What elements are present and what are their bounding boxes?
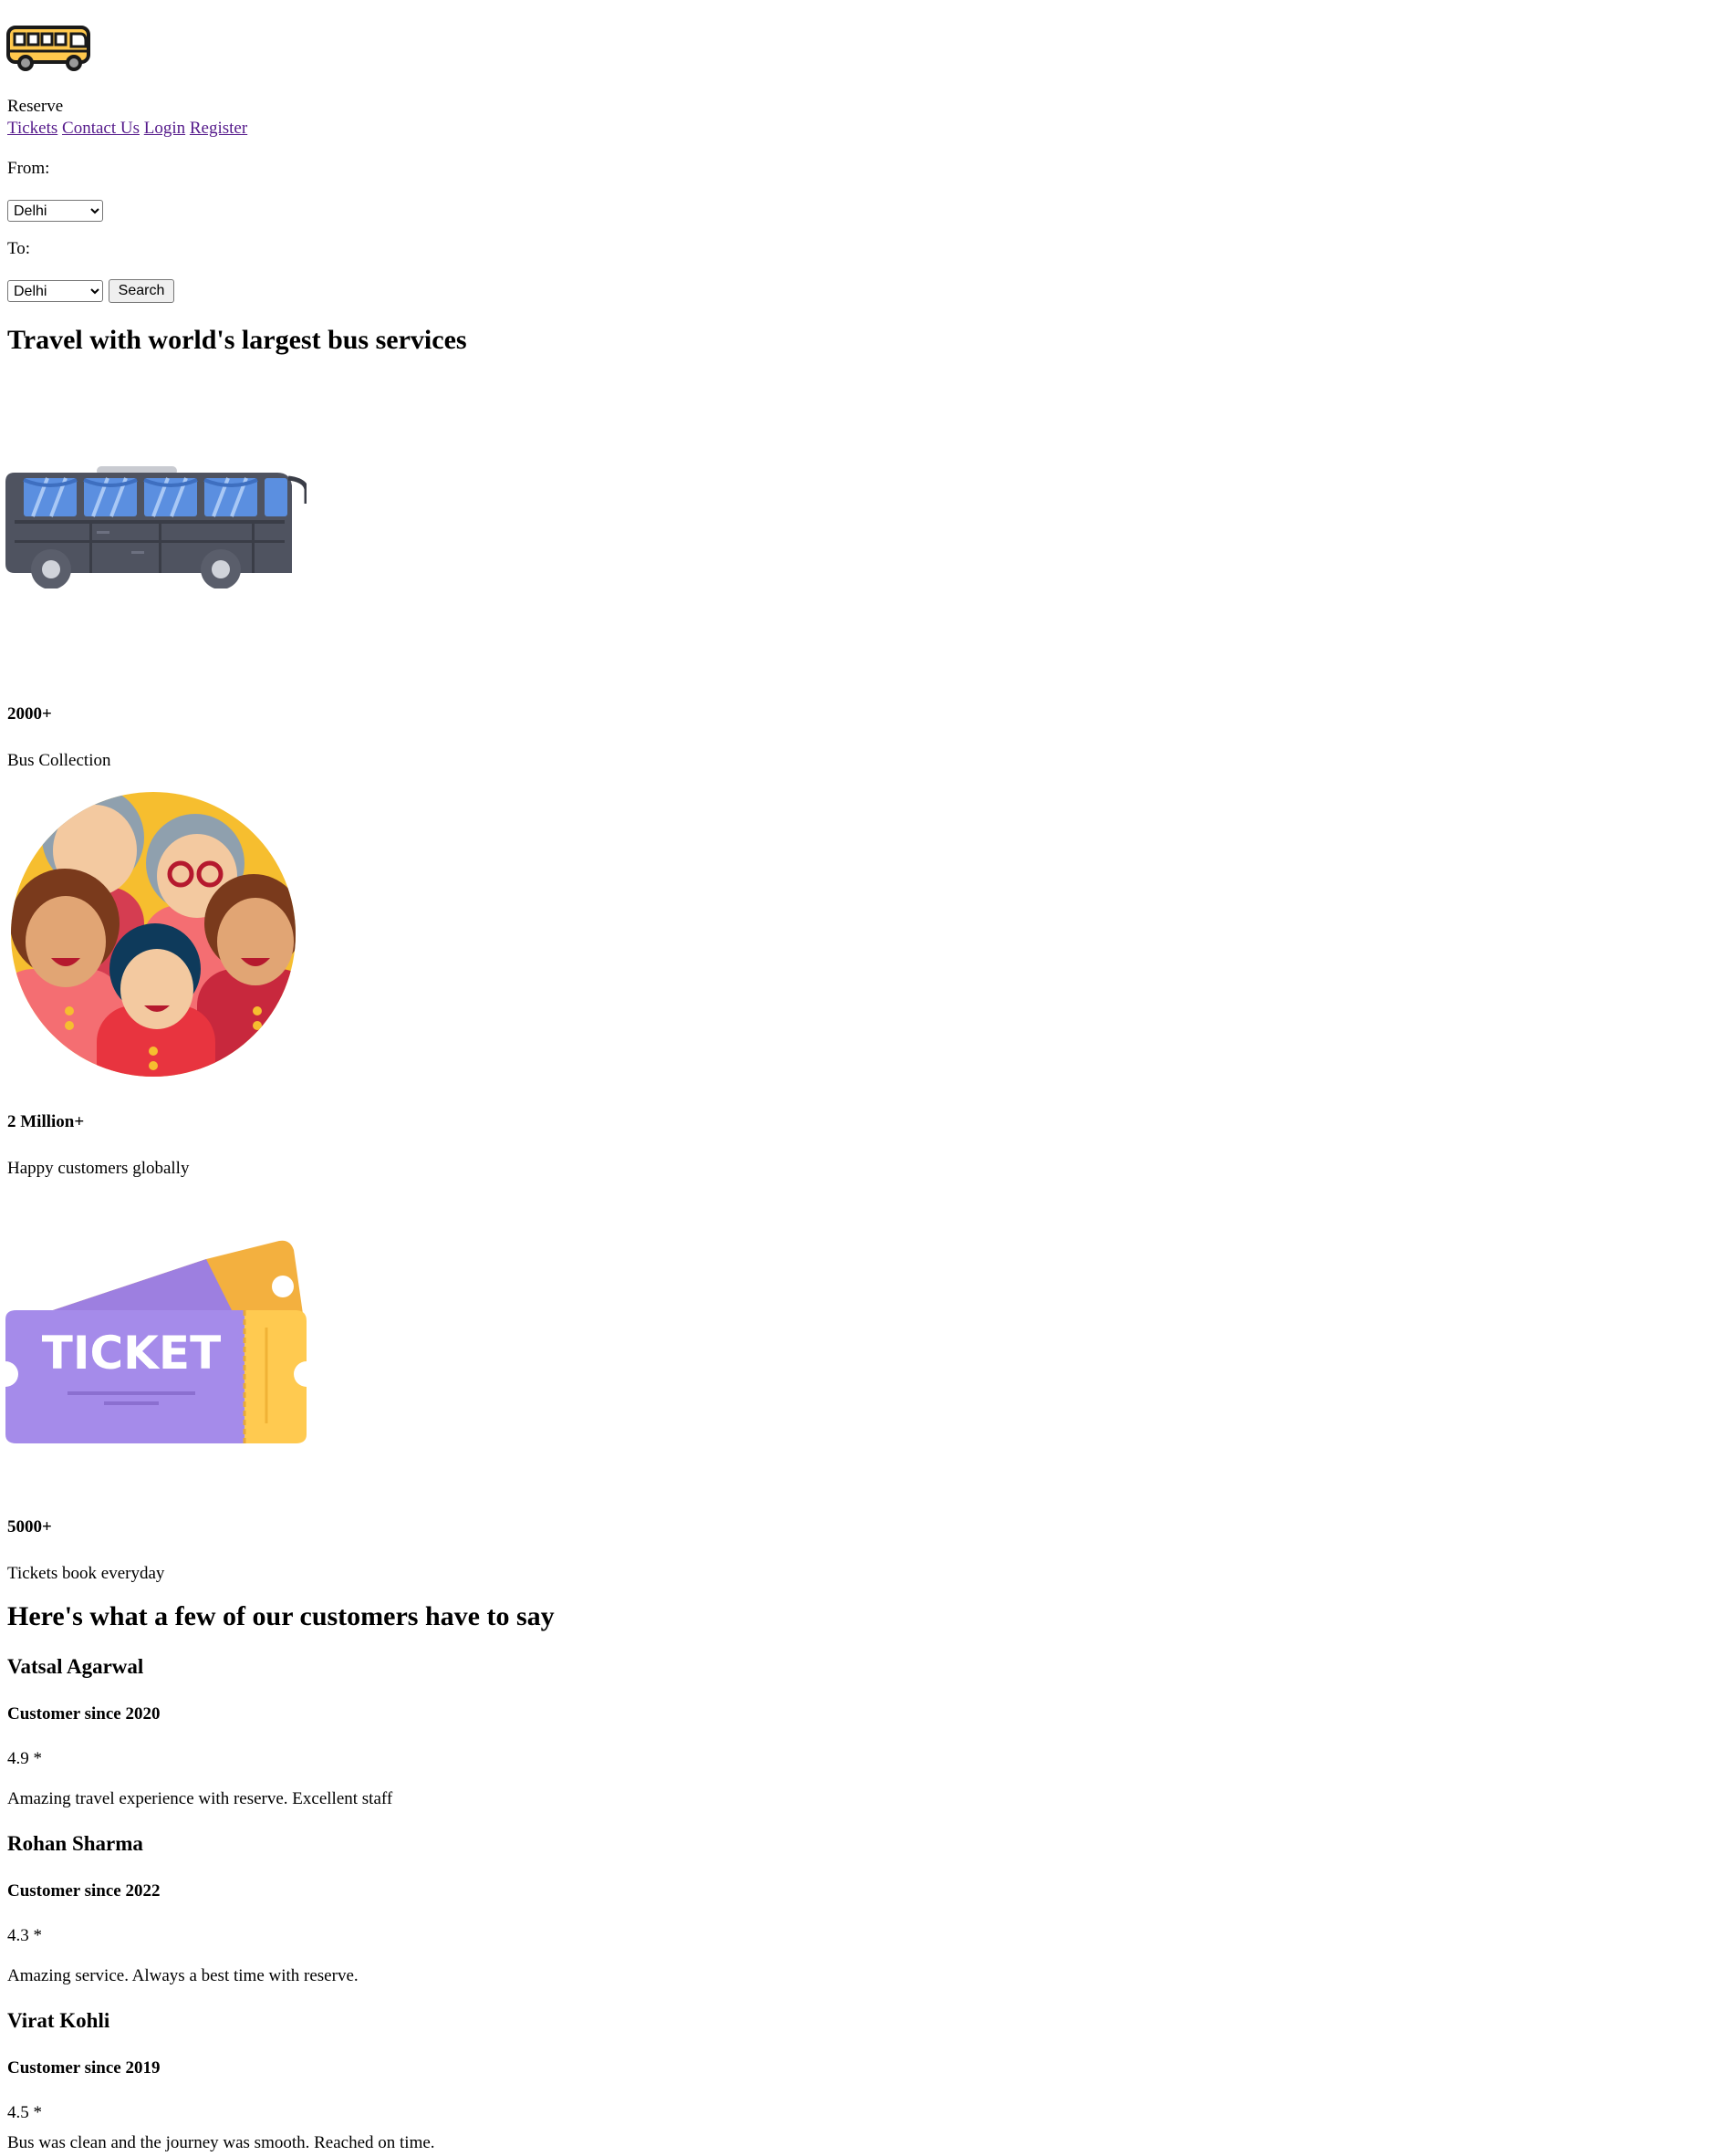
stat-value-tickets: 5000+: [7, 1517, 52, 1536]
testimonial-since: Customer since 2022: [7, 1881, 161, 1901]
customers-group-icon: [11, 792, 296, 1077]
nav-link-tickets[interactable]: Tickets: [7, 119, 57, 138]
testimonial-text: Bus was clean and the journey was smooth…: [7, 2133, 435, 2152]
to-select[interactable]: Delhi: [7, 280, 103, 302]
testimonial-text: Amazing travel experience with reserve. …: [7, 1789, 393, 1808]
testimonial-name: Rohan Sharma: [7, 1832, 143, 1855]
nav-link-contact-us[interactable]: Contact Us: [62, 119, 140, 138]
stat-label-tickets: Tickets book everyday: [7, 1564, 165, 1583]
from-select[interactable]: Delhi: [7, 200, 103, 222]
brand-name: Reserve: [7, 97, 64, 116]
bus-logo-icon: [6, 26, 90, 71]
hero-title: Travel with world's largest bus services: [7, 325, 467, 355]
stat-value-buses: 2000+: [7, 704, 52, 724]
testimonial-name: Vatsal Agarwal: [7, 1655, 144, 1678]
stat-label-buses: Bus Collection: [7, 751, 111, 770]
from-label: From:: [7, 159, 50, 178]
nav-link-login[interactable]: Login: [144, 119, 185, 138]
search-button[interactable]: Search: [109, 279, 174, 303]
ticket-image-text: TICKET: [42, 1327, 221, 1380]
ticket-icon: TICKET: [5, 1240, 307, 1443]
testimonial-text: Amazing service. Always a best time with…: [7, 1966, 359, 1985]
testimonials-title: Here's what a few of our customers have …: [7, 1601, 555, 1631]
bus-icon: [5, 466, 307, 588]
testimonial-rating: 4.5 *: [7, 2103, 42, 2122]
testimonial-rating: 4.9 *: [7, 1749, 42, 1768]
testimonial-rating: 4.3 *: [7, 1926, 42, 1945]
testimonial-since: Customer since 2019: [7, 2058, 161, 2078]
nav-link-register[interactable]: Register: [190, 119, 247, 138]
stat-label-customers: Happy customers globally: [7, 1159, 190, 1178]
nav-bar: Tickets Contact Us Login Register: [7, 119, 247, 139]
to-label: To:: [7, 239, 31, 258]
testimonial-since: Customer since 2020: [7, 1704, 161, 1724]
testimonial-name: Virat Kohli: [7, 2009, 110, 2032]
stat-value-customers: 2 Million+: [7, 1112, 85, 1131]
